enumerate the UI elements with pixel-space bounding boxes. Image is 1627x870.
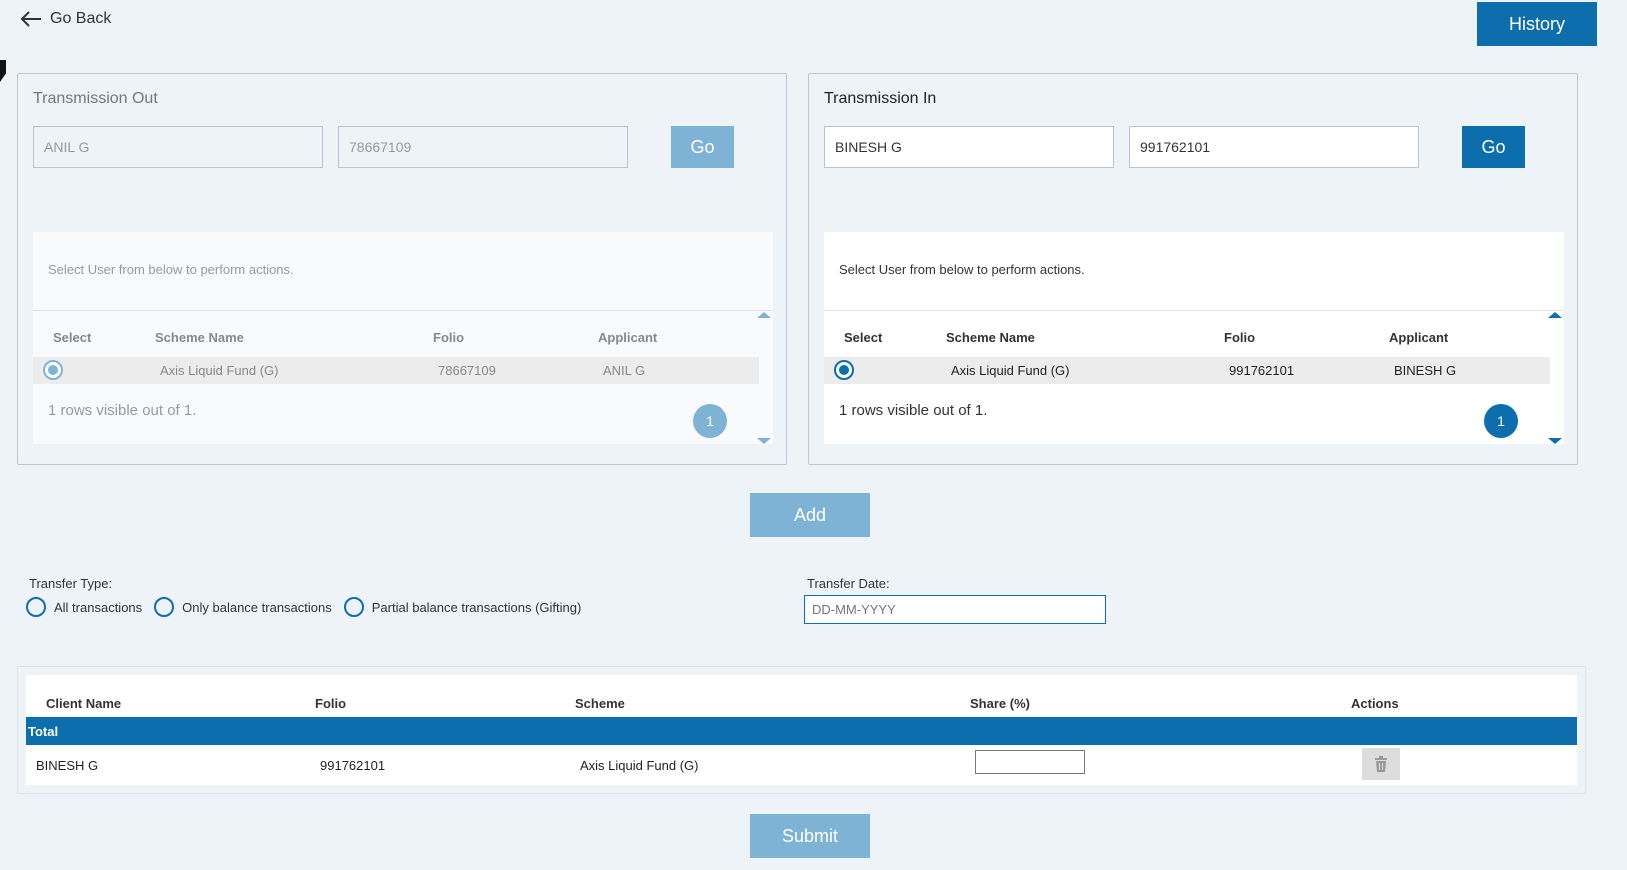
in-row-folio: 991762101 [1229,363,1295,378]
row-folio: 991762101 [320,758,386,773]
out-results-hint: Select User from below to perform action… [48,262,294,277]
out-col-folio: Folio [433,330,465,345]
out-col-select: Select [53,330,92,345]
transfer-date-input[interactable] [804,595,1106,624]
radio-ring[interactable] [343,597,364,617]
out-divider [33,310,773,311]
go-back-link[interactable]: Go Back [20,10,111,28]
in-folio-input[interactable] [1129,126,1419,168]
in-col-scheme: Scheme Name [946,330,1035,345]
transfer-grid: Client Name Folio Scheme Share (%) Actio… [17,666,1586,794]
scroll-up-icon[interactable] [1548,312,1562,318]
transmission-in-panel: Transmission In Go Select User from belo… [808,73,1578,465]
table-row[interactable]: Axis Liquid Fund (G) 78667109 ANIL G [33,357,759,384]
out-rows-visible: 1 rows visible out of 1. [48,402,197,419]
radio-ring[interactable] [26,597,46,617]
col-folio: Folio [315,696,347,711]
in-divider [824,310,1564,311]
transmission-out-panel: Transmission Out Go Select User from bel… [17,73,787,465]
out-row-scheme: Axis Liquid Fund (G) [160,363,279,378]
out-go-button[interactable]: Go [671,126,734,168]
submit-button[interactable]: Submit [750,814,870,858]
in-rows-visible: 1 rows visible out of 1. [839,402,988,419]
option-all-transactions[interactable]: All transactions [26,597,142,617]
radio-dot [839,365,849,375]
transmission-in-title: Transmission In [824,90,937,107]
transfer-date-label: Transfer Date: [807,576,890,591]
out-col-applicant: Applicant [598,330,658,345]
in-go-button[interactable]: Go [1462,126,1525,168]
transfer-type-label: Transfer Type: [29,576,113,591]
radio-ring[interactable] [154,597,175,617]
in-col-applicant: Applicant [1389,330,1449,345]
col-share: Share (%) [970,696,1030,711]
col-scheme: Scheme [575,696,625,711]
in-col-folio: Folio [1224,330,1256,345]
option-only-balance[interactable]: Only balance transactions [154,597,332,617]
row-scheme: Axis Liquid Fund (G) [580,758,699,773]
transmission-out-title: Transmission Out [33,90,158,107]
option-label: Partial balance transactions (Gifting) [371,599,582,615]
in-row-radio[interactable] [834,360,854,380]
in-results-grid: Select User from below to perform action… [824,232,1564,444]
edge-mark [0,60,6,82]
option-label: All transactions [54,599,143,615]
history-button[interactable]: History [1477,2,1597,46]
out-row-applicant: ANIL G [603,363,646,378]
delete-button[interactable] [1362,748,1400,780]
radio-dot [48,365,58,375]
row-client-name: BINESH G [36,758,99,773]
in-page-badge[interactable]: 1 [1484,404,1518,438]
scroll-down-icon[interactable] [1548,438,1562,444]
arrow-left-icon [20,11,41,27]
out-col-scheme: Scheme Name [155,330,244,345]
option-partial-balance[interactable]: Partial balance transactions (Gifting) [343,597,582,617]
out-page-badge[interactable]: 1 [693,404,727,438]
table-row[interactable]: Axis Liquid Fund (G) 991762101 BINESH G [824,357,1550,384]
in-row-scheme: Axis Liquid Fund (G) [951,363,1070,378]
scroll-up-icon[interactable] [757,312,771,318]
in-name-input[interactable] [824,126,1114,168]
total-row: Total [26,717,1577,745]
transfer-type-options: All transactions Only balance transactio… [26,597,581,617]
trash-icon [1375,756,1387,772]
in-results-hint: Select User from below to perform action… [839,262,1085,277]
go-back-label: Go Back [50,10,112,27]
in-row-applicant: BINESH G [1394,363,1457,378]
out-folio-input[interactable] [338,126,628,168]
col-client-name: Client Name [46,696,122,711]
in-col-select: Select [844,330,883,345]
add-button[interactable]: Add [750,493,870,537]
out-name-input[interactable] [33,126,323,168]
scroll-down-icon[interactable] [757,438,771,444]
share-percent-input[interactable] [975,750,1085,774]
out-row-folio: 78667109 [438,363,496,378]
out-results-grid: Select User from below to perform action… [33,232,773,444]
option-label: Only balance transactions [182,599,332,615]
out-row-radio[interactable] [43,360,63,380]
col-actions: Actions [1351,696,1399,711]
transfer-grid-inner: Client Name Folio Scheme Share (%) Actio… [26,675,1577,785]
